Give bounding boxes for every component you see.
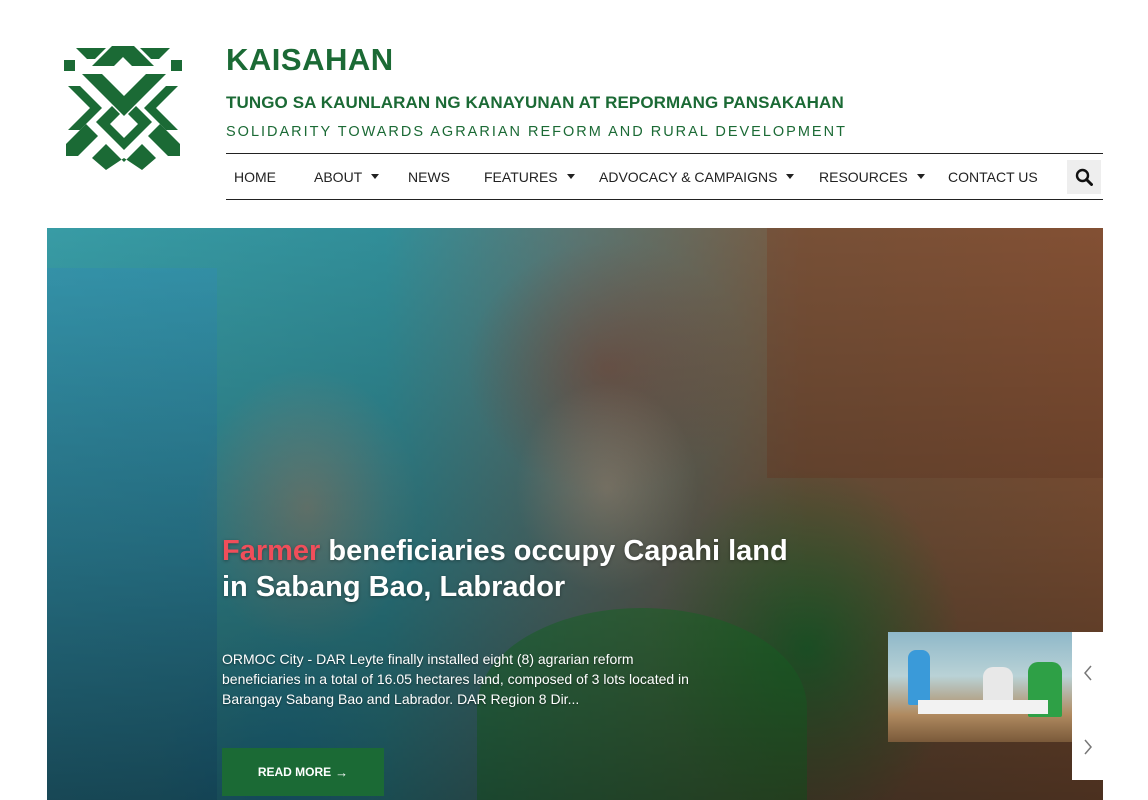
nav-item-label: NEWS (408, 168, 450, 185)
search-icon (1075, 168, 1093, 186)
prev-slide-button[interactable] (1072, 653, 1103, 693)
search-button[interactable] (1067, 160, 1101, 194)
main-nav: HOME ABOUT NEWS FEATURES ADVOCACY & CAMP… (226, 153, 1103, 200)
read-more-button[interactable]: READ MORE → (222, 748, 384, 796)
chevron-left-icon (1083, 665, 1092, 681)
hero-headline-accent: Farmer (222, 535, 321, 567)
nav-item-label: ABOUT (314, 168, 363, 185)
nav-item-label: ADVOCACY & CAMPAIGNS (599, 168, 778, 185)
arrow-right-icon: → (335, 764, 349, 780)
site-tagline: TUNGO SA KAUNLARAN NG KANAYUNAN AT REPOR… (226, 93, 844, 112)
hero-headline[interactable]: Farmer beneficiaries occupy Capahi land … (222, 533, 802, 605)
thumbnail-figure (918, 700, 1048, 714)
nav-item-resources[interactable]: RESOURCES (819, 154, 925, 199)
nav-item-label: RESOURCES (819, 168, 908, 185)
caret-down-icon (916, 174, 925, 179)
site-title[interactable]: KAISAHAN (226, 42, 394, 78)
next-slide-button[interactable] (1072, 727, 1103, 767)
thumbnail-figure (908, 650, 930, 705)
nav-item-label: FEATURES (484, 168, 558, 185)
nav-item-features[interactable]: FEATURES (484, 154, 575, 199)
caret-down-icon (786, 174, 795, 179)
nav-item-label: CONTACT US (948, 168, 1038, 185)
nav-item-news[interactable]: NEWS (408, 154, 450, 199)
nav-item-label: HOME (234, 168, 276, 185)
read-more-label: READ MORE (257, 765, 332, 779)
nav-item-advocacy-campaigns[interactable]: ADVOCACY & CAMPAIGNS (599, 154, 795, 199)
nav-item-about[interactable]: ABOUT (314, 154, 380, 199)
slider-controls (1072, 632, 1103, 780)
nav-item-contact-us[interactable]: CONTACT US (948, 154, 1038, 199)
site-subtagline: SOLIDARITY TOWARDS AGRARIAN REFORM AND R… (226, 124, 847, 140)
nav-item-home[interactable]: HOME (234, 154, 276, 199)
caret-down-icon (566, 174, 575, 179)
hero-summary: ORMOC City - DAR Leyte finally installed… (222, 651, 689, 707)
chevron-right-icon (1083, 739, 1092, 755)
slide-thumbnail[interactable] (888, 632, 1072, 742)
caret-down-icon (371, 174, 380, 179)
kaisahan-logo[interactable] (62, 46, 184, 172)
